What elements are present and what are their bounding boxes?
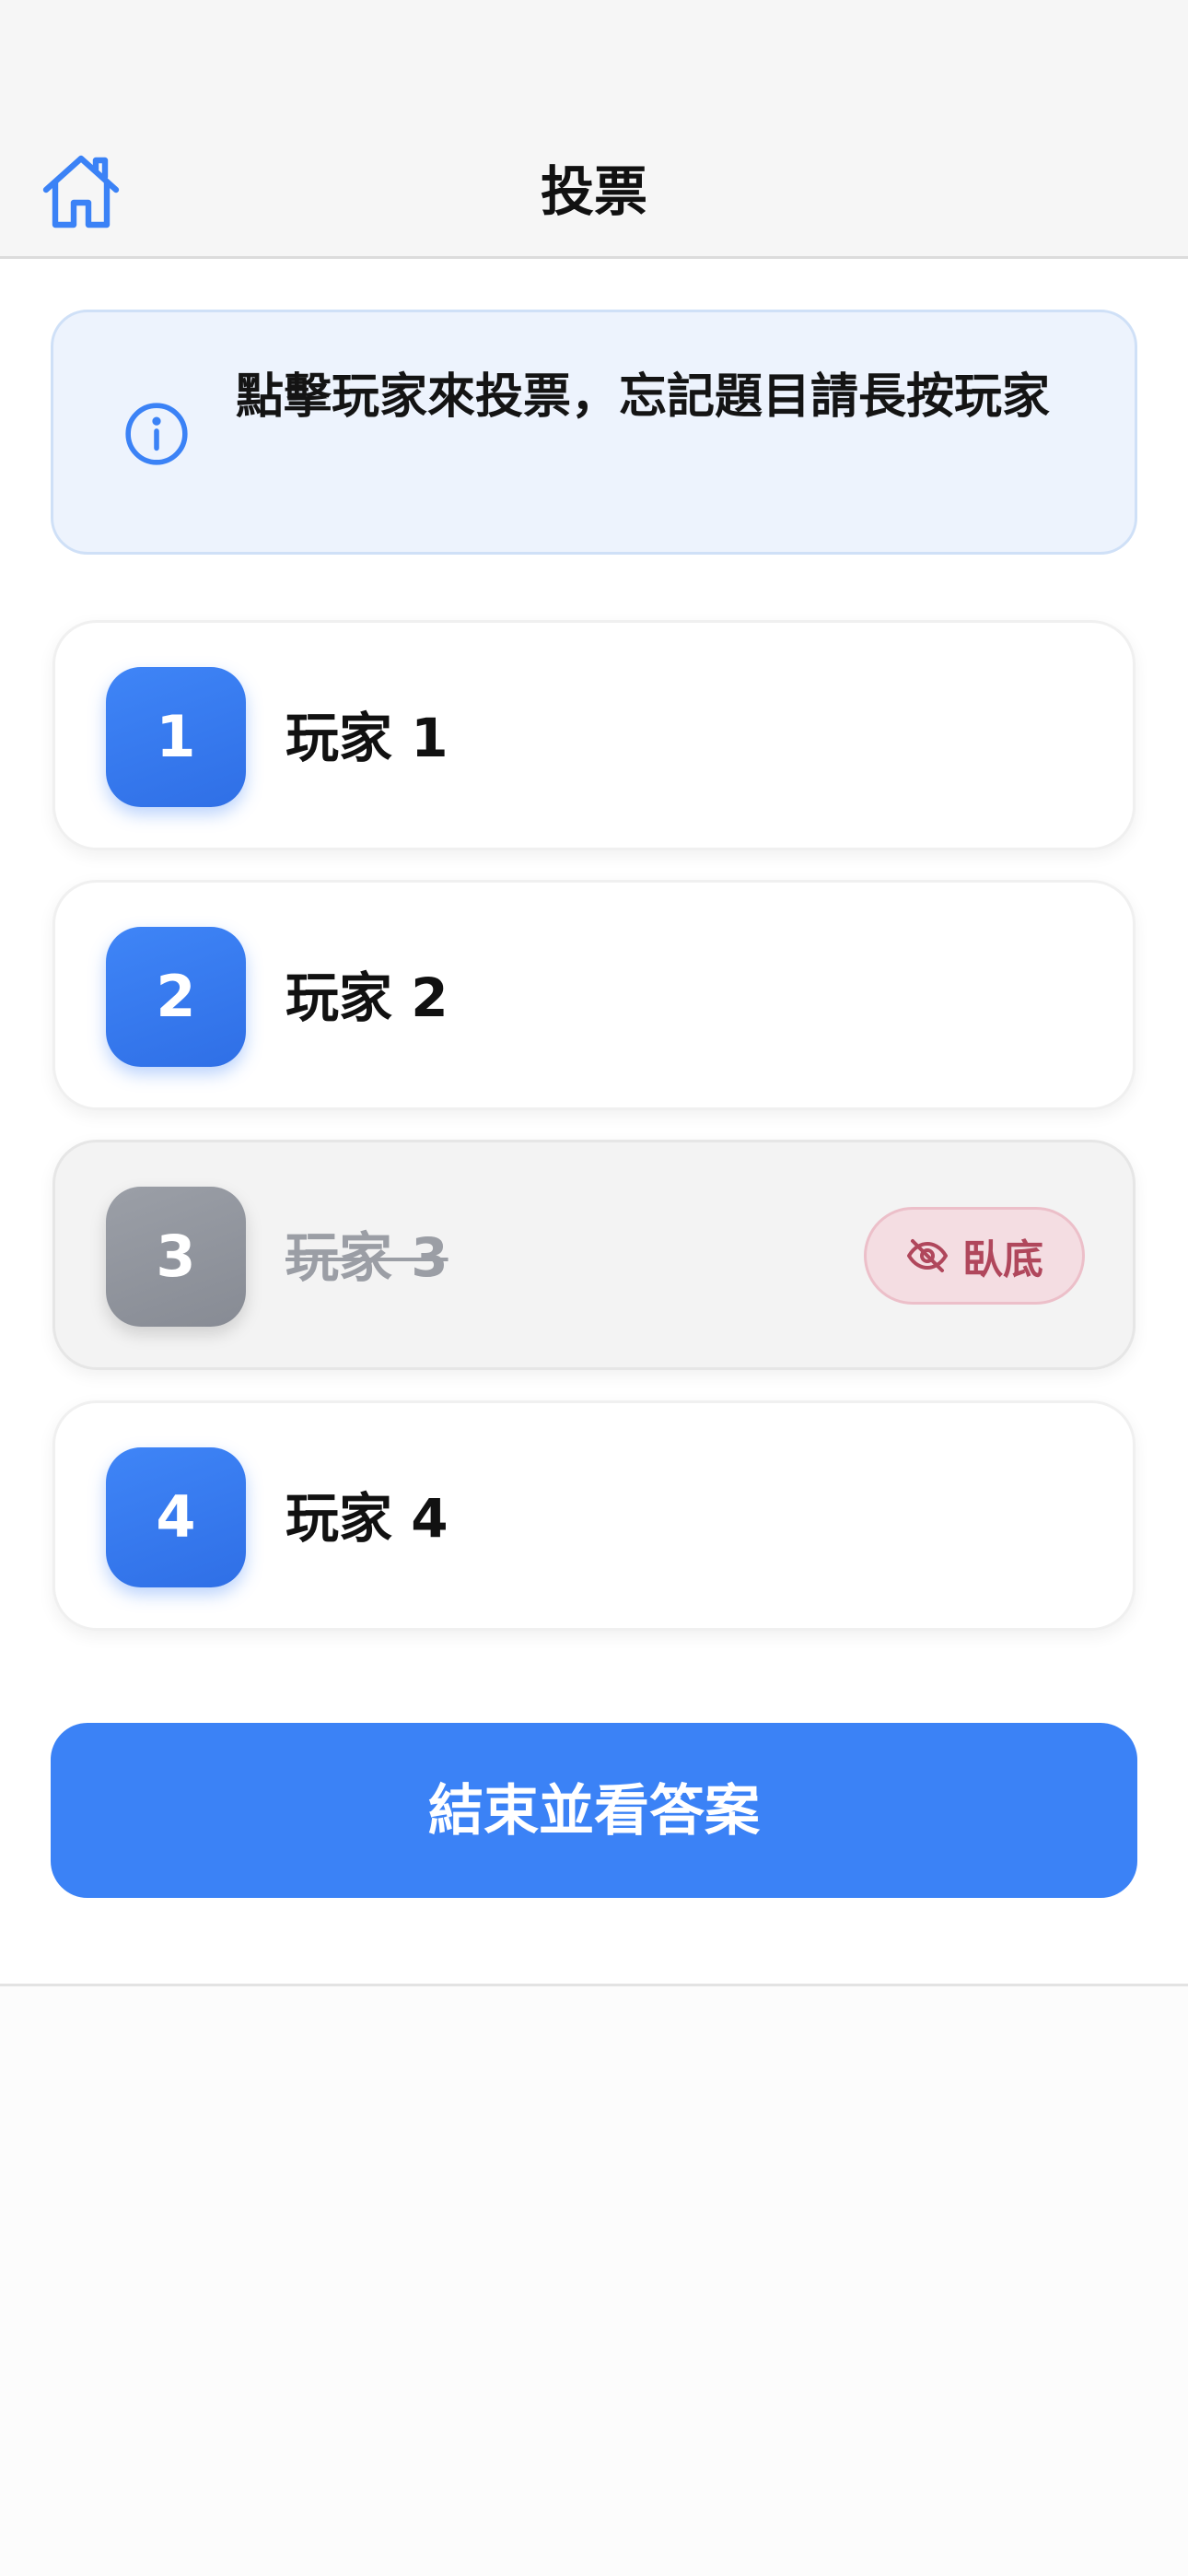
end-and-view-answer-button[interactable]: 結束並看答案 bbox=[51, 1723, 1137, 1898]
player-number-badge: 2 bbox=[106, 927, 246, 1067]
player-name: 玩家 1 bbox=[285, 707, 448, 769]
player-card-3[interactable]: 3 玩家 3 臥底 bbox=[52, 1140, 1136, 1370]
spy-tag: 臥底 bbox=[864, 1207, 1085, 1305]
spy-tag-label: 臥底 bbox=[962, 1236, 1043, 1283]
player-card-4[interactable]: 4 玩家 4 bbox=[52, 1400, 1136, 1631]
player-number-badge: 3 bbox=[106, 1187, 246, 1327]
page-title: 投票 bbox=[540, 160, 647, 223]
player-card-2[interactable]: 2 玩家 2 bbox=[52, 880, 1136, 1110]
eye-off-icon bbox=[907, 1239, 948, 1272]
player-number-badge: 4 bbox=[106, 1447, 246, 1587]
info-circle-icon bbox=[125, 403, 188, 465]
info-text: 點擊玩家來投票，忘記題目請長按玩家 bbox=[236, 369, 1051, 425]
vote-panel: 點擊玩家來投票，忘記題目請長按玩家 1 玩家 1 2 玩家 2 3 玩家 3 臥… bbox=[0, 259, 1188, 1986]
player-number-badge: 1 bbox=[106, 667, 246, 807]
player-name: 玩家 2 bbox=[285, 966, 448, 1029]
player-name: 玩家 4 bbox=[285, 1487, 448, 1550]
info-banner: 點擊玩家來投票，忘記題目請長按玩家 bbox=[51, 310, 1137, 555]
player-name: 玩家 3 bbox=[285, 1226, 448, 1289]
app-header: 投票 bbox=[0, 0, 1188, 259]
player-card-1[interactable]: 1 玩家 1 bbox=[52, 620, 1136, 850]
